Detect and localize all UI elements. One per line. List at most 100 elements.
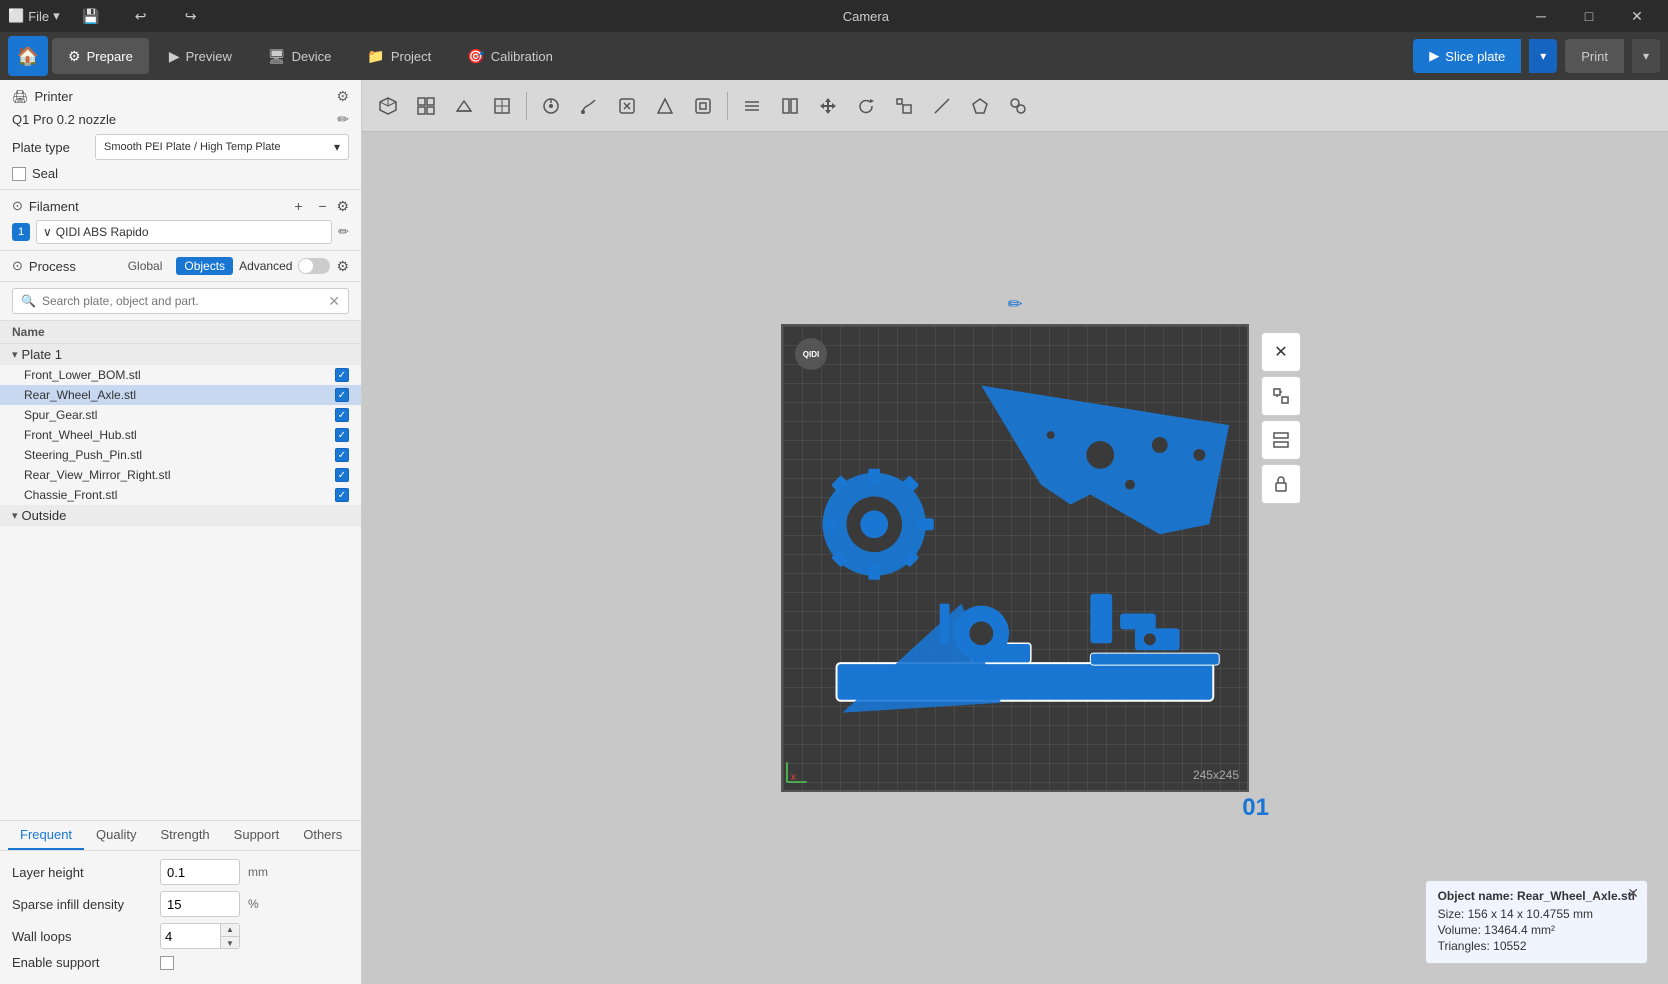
nav-prepare[interactable]: ⚙ Prepare [52,38,149,74]
filament-remove-button[interactable]: − [312,196,332,216]
printer-label: 🖨 Printer [12,89,73,105]
object-checkbox[interactable]: ✓ [335,428,349,442]
tree-row[interactable]: Front_Lower_BOM.stl ✓ [0,365,361,385]
slice-plate-button[interactable]: ▶ Slice plate [1413,39,1521,73]
redo-button[interactable]: ↪ [168,0,214,32]
build-plate[interactable]: QIDI [781,324,1249,792]
wall-loops-label: Wall loops [12,929,152,944]
toolbar-perspective-icon[interactable] [446,88,482,124]
filament-edit-icon[interactable]: ✏ [338,224,349,240]
undo-button[interactable]: ↩ [118,0,164,32]
filament-number: 1 [12,223,30,241]
tooltip-close-icon[interactable]: ✕ [1627,885,1639,902]
tab-quality[interactable]: Quality [84,821,148,850]
toolbar-layer-icon[interactable] [734,88,770,124]
layer-height-input[interactable] [160,859,240,885]
toolbar-split-icon[interactable] [772,88,808,124]
viewport-layers-button[interactable] [1261,420,1301,460]
home-button[interactable]: 🏠 [8,36,48,76]
search-section: 🔍 ✕ [0,282,361,321]
nav-project[interactable]: 📁 Project [351,38,447,74]
tree-row[interactable]: Chassie_Front.stl ✓ [0,485,361,505]
plate-size-label: 245x245 [1193,768,1239,782]
toolbar-ortho-icon[interactable] [484,88,520,124]
wall-loops-up[interactable]: ▲ [221,923,239,936]
filament-label: Filament [29,199,283,214]
tab-frequent[interactable]: Frequent [8,821,84,850]
object-checkbox[interactable]: ✓ [335,368,349,382]
file-chevron[interactable]: ▾ [53,8,60,24]
viewport-lock-button[interactable] [1261,464,1301,504]
maximize-button[interactable]: □ [1566,0,1612,32]
toolbar-arrange-icon[interactable] [533,88,569,124]
print-button[interactable]: Print [1565,39,1624,73]
toolbar-assembly-icon[interactable] [1000,88,1036,124]
tree-row[interactable]: Front_Wheel_Hub.stl ✓ [0,425,361,445]
toolbar-move-icon[interactable] [810,88,846,124]
advanced-toggle[interactable] [298,258,330,274]
file-menu[interactable]: ⬜ File ▾ [8,8,60,24]
toolbar-grid-icon[interactable] [408,88,444,124]
window-controls: ─ □ ✕ [1518,0,1660,32]
object-checkbox[interactable]: ✓ [335,408,349,422]
tab-support[interactable]: Support [222,821,292,850]
toolbar-paint-icon[interactable] [571,88,607,124]
file-label[interactable]: File [28,9,49,24]
minimize-button[interactable]: ─ [1518,0,1564,32]
edit-pencil-icon[interactable]: ✏ [1007,294,1022,315]
nav-calibration[interactable]: 🎯 Calibration [451,38,569,74]
filament-add-button[interactable]: + [288,196,308,216]
filament-name-dropdown[interactable]: ∨ QIDI ABS Rapido [36,220,332,244]
tree-row[interactable]: Rear_Wheel_Axle.stl ✓ [0,385,361,405]
tab-others[interactable]: Others [291,821,354,850]
slice-dropdown-button[interactable]: ▾ [1529,39,1557,73]
viewport-zoom-fit-button[interactable] [1261,376,1301,416]
nav-device[interactable]: 🖥 Device [252,38,348,74]
tab-objects[interactable]: Objects [176,257,233,275]
toolbar-rotate-icon[interactable] [848,88,884,124]
search-clear-icon[interactable]: ✕ [328,293,340,310]
plate-item[interactable]: ▾ Plate 1 [0,344,361,365]
printer-header: 🖨 Printer ⚙ [12,88,349,105]
tab-global[interactable]: Global [120,257,171,275]
toolbar-cube-icon[interactable] [370,88,406,124]
wall-loops-spinner[interactable]: ▲ ▼ [160,923,240,949]
object-checkbox[interactable]: ✓ [335,468,349,482]
plate-type-chevron: ▾ [334,140,340,154]
toolbar-hollow-icon[interactable] [685,88,721,124]
seal-checkbox[interactable] [12,167,26,181]
tree-row[interactable]: Steering_Push_Pin.stl ✓ [0,445,361,465]
toolbar-measure-icon[interactable] [924,88,960,124]
sparse-infill-label: Sparse infill density [12,897,152,912]
toolbar-face-icon[interactable] [962,88,998,124]
save-button[interactable]: 💾 [68,0,114,32]
plate-expand-icon[interactable]: ▾ [12,348,18,361]
object-checkbox[interactable]: ✓ [335,488,349,502]
wall-loops-down[interactable]: ▼ [221,936,239,949]
enable-support-checkbox[interactable] [160,956,174,970]
viewport[interactable]: ✏ QIDI [362,132,1668,984]
close-button[interactable]: ✕ [1614,0,1660,32]
search-input[interactable] [42,294,322,308]
plate-type-dropdown[interactable]: Smooth PEI Plate / High Temp Plate ▾ [95,134,349,160]
filament-dropdown-arrow: ∨ [43,225,52,239]
object-checkbox[interactable]: ✓ [335,448,349,462]
nav-preview[interactable]: ▶ Preview [153,38,248,74]
toolbar-seam-icon[interactable] [609,88,645,124]
tab-strength[interactable]: Strength [149,821,222,850]
sparse-infill-input[interactable] [160,891,240,917]
outside-item[interactable]: ▾ Outside [0,505,361,526]
process-settings-icon[interactable]: ⚙ [336,258,349,275]
print-dropdown-button[interactable]: ▾ [1632,39,1660,73]
outside-expand-icon[interactable]: ▾ [12,509,18,522]
toolbar-support-paint-icon[interactable] [647,88,683,124]
tree-row[interactable]: Spur_Gear.stl ✓ [0,405,361,425]
wall-loops-input[interactable] [161,929,220,944]
printer-settings-icon[interactable]: ⚙ [336,88,349,105]
toolbar-scale-icon[interactable] [886,88,922,124]
tree-row[interactable]: Rear_View_Mirror_Right.stl ✓ [0,465,361,485]
viewport-close-button[interactable]: ✕ [1261,332,1301,372]
object-checkbox[interactable]: ✓ [335,388,349,402]
printer-edit-icon[interactable]: ✏ [337,111,349,128]
filament-settings-icon[interactable]: ⚙ [336,198,349,215]
